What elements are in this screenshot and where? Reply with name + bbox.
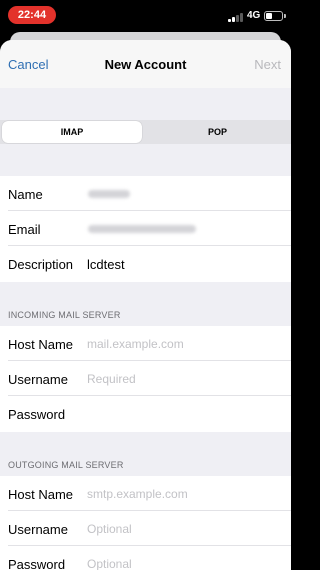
outgoing-host-row[interactable]: Host Name smtp.example.com [0,476,291,511]
segment-pop[interactable]: POP [146,120,289,144]
description-field[interactable]: lcdtest [87,257,125,272]
incoming-username-label: Username [8,372,68,387]
network-type: 4G [247,10,261,21]
status-time[interactable]: 22:44 [8,6,56,24]
outgoing-section-header: OUTGOING MAIL SERVER [8,460,124,470]
description-label: Description [8,257,74,272]
outgoing-username-label: Username [8,522,68,537]
incoming-host-field[interactable]: mail.example.com [87,337,184,351]
outgoing-host-field[interactable]: smtp.example.com [87,487,188,501]
email-row[interactable]: Email [0,211,291,246]
incoming-host-label: Host Name [8,337,74,352]
outgoing-password-row[interactable]: Password Optional [0,546,291,570]
protocol-segmented-control: IMAP POP [0,120,291,144]
page-title: New Account [104,57,187,72]
next-button[interactable]: Next [254,57,281,72]
email-label: Email [8,222,41,237]
new-account-sheet: Cancel New Account Next IMAP POP Name Em… [0,40,291,570]
incoming-host-row[interactable]: Host Name mail.example.com [0,326,291,361]
incoming-password-row[interactable]: Password [0,396,291,431]
status-bar: 22:44 4G [0,0,291,32]
segment-imap[interactable]: IMAP [2,121,142,143]
incoming-password-label: Password [8,407,66,422]
email-value-redacted [88,225,196,233]
signal-icon [228,12,246,22]
name-value-redacted [88,190,130,198]
incoming-username-row[interactable]: Username Required [0,361,291,396]
nav-bar: Cancel New Account Next [0,40,291,88]
name-row[interactable]: Name [0,176,291,211]
incoming-username-field[interactable]: Required [87,372,136,386]
incoming-section-header: INCOMING MAIL SERVER [8,310,121,320]
name-label: Name [8,187,43,202]
outgoing-server-group: Host Name smtp.example.com Username Opti… [0,476,291,570]
outgoing-username-field[interactable]: Optional [87,522,132,536]
description-row[interactable]: Description lcdtest [0,246,291,281]
outgoing-host-label: Host Name [8,487,74,502]
outgoing-username-row[interactable]: Username Optional [0,511,291,546]
battery-icon [264,11,286,21]
outgoing-password-field[interactable]: Optional [87,557,132,570]
outgoing-password-label: Password [8,557,66,570]
incoming-server-group: Host Name mail.example.com Username Requ… [0,326,291,432]
account-info-group: Name Email Description lcdtest [0,176,291,282]
